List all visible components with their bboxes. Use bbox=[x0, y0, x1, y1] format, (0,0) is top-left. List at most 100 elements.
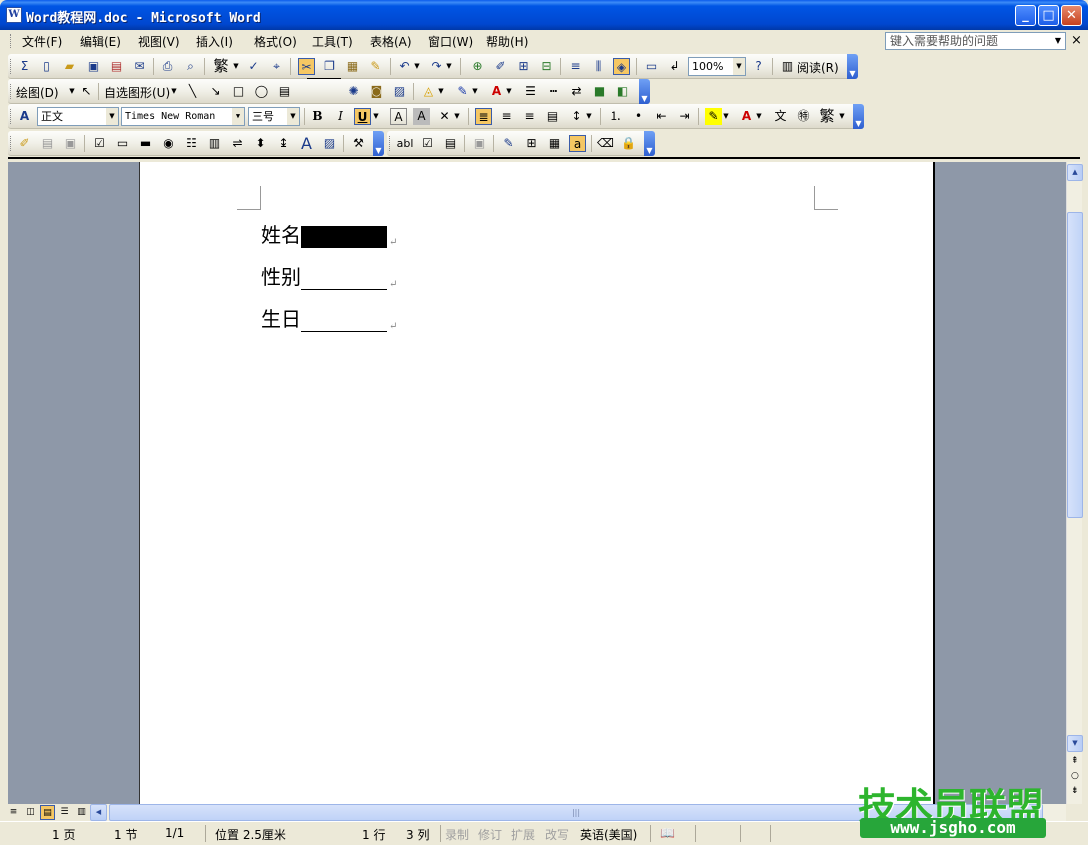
toolbar-options-icon[interactable]: ▼ bbox=[644, 131, 655, 156]
new-document-icon[interactable]: ▯ bbox=[38, 58, 55, 75]
clip-art-icon[interactable]: ◙ bbox=[368, 83, 385, 100]
status-extend[interactable]: 扩展 bbox=[511, 826, 535, 843]
reset-form-fields-icon[interactable]: ⌫ bbox=[597, 135, 614, 152]
form-field-options-icon[interactable]: ▣ bbox=[471, 135, 488, 152]
phonetic-guide-icon[interactable]: 文 bbox=[772, 108, 789, 125]
3d-style-icon[interactable]: ◧ bbox=[614, 83, 631, 100]
redo-icon[interactable]: ↷ bbox=[428, 58, 445, 75]
chevron-down-icon[interactable]: ▼ bbox=[106, 108, 118, 125]
character-shading-icon[interactable]: A bbox=[413, 108, 430, 125]
shadow-style-icon[interactable]: ■ bbox=[591, 83, 608, 100]
menu-table[interactable]: 表格(A) bbox=[370, 33, 412, 50]
chevron-down-icon[interactable]: ▼ bbox=[585, 108, 593, 125]
menu-window[interactable]: 窗口(W) bbox=[428, 33, 473, 50]
enclose-characters-icon[interactable]: ㊕ bbox=[795, 108, 812, 125]
insert-table-icon[interactable]: ⊞ bbox=[523, 135, 540, 152]
highlight-icon[interactable]: ✎ bbox=[705, 108, 722, 125]
chevron-down-icon[interactable]: ▼ bbox=[170, 83, 178, 100]
fill-color-icon[interactable]: ◬ bbox=[420, 83, 437, 100]
blank-field[interactable] bbox=[301, 310, 387, 332]
line-style-icon[interactable]: ☰ bbox=[522, 83, 539, 100]
bold-button[interactable]: B bbox=[309, 108, 326, 125]
picture-icon[interactable]: ▨ bbox=[391, 83, 408, 100]
numbering-icon[interactable]: ⒈ bbox=[607, 108, 624, 125]
save-icon[interactable]: ▣ bbox=[85, 58, 102, 75]
tables-borders-icon[interactable]: ✐ bbox=[492, 58, 509, 75]
protect-form-icon[interactable]: 🔒 bbox=[620, 135, 637, 152]
menu-file[interactable]: 文件(F) bbox=[22, 33, 62, 50]
show-hide-icon[interactable]: ↲ bbox=[666, 58, 683, 75]
increase-indent-icon[interactable]: ⇥ bbox=[676, 108, 693, 125]
spelling-status-icon[interactable]: 📖 bbox=[660, 826, 675, 840]
maximize-button[interactable]: □ bbox=[1038, 5, 1059, 26]
combo-box-icon[interactable]: ▥ bbox=[206, 135, 223, 152]
toolbar-options-icon[interactable]: ▼ bbox=[639, 79, 650, 104]
autoshapes-button[interactable]: 自选图形(U) bbox=[104, 84, 170, 101]
selected-blank-field[interactable] bbox=[301, 226, 387, 248]
draw-table-icon[interactable]: ✎ bbox=[500, 135, 517, 152]
cut-icon[interactable]: ✂ bbox=[298, 58, 315, 75]
toolbar-grip[interactable] bbox=[10, 109, 13, 124]
minimize-button[interactable]: _ bbox=[1015, 5, 1036, 26]
text-form-field-button[interactable]: abl bbox=[395, 135, 415, 152]
toolbar-grip[interactable] bbox=[10, 84, 13, 99]
read-icon[interactable]: ▥ bbox=[779, 58, 796, 75]
draw-menu-button[interactable]: 绘图(D) bbox=[16, 84, 59, 101]
insert-table-icon[interactable]: ⊞ bbox=[515, 58, 532, 75]
arrow-style-icon[interactable]: ⇄ bbox=[568, 83, 585, 100]
word-doc-icon[interactable]: W bbox=[6, 7, 22, 23]
format-painter-icon[interactable]: ✎ bbox=[367, 58, 384, 75]
vertical-scroll-thumb[interactable] bbox=[1067, 212, 1083, 518]
align-center-icon[interactable]: ≡ bbox=[498, 108, 515, 125]
scroll-up-icon[interactable]: ▲ bbox=[1067, 164, 1083, 181]
line-spacing-icon[interactable]: ↕ bbox=[568, 108, 585, 125]
dash-style-icon[interactable]: ┅ bbox=[545, 83, 562, 100]
close-button[interactable]: ✕ bbox=[1061, 5, 1082, 26]
oval-icon[interactable]: ◯ bbox=[253, 83, 270, 100]
character-scaling-icon[interactable]: ✕ bbox=[436, 108, 453, 125]
zoom-select[interactable]: 100% ▼ bbox=[688, 57, 746, 76]
paste-icon[interactable]: ▦ bbox=[344, 58, 361, 75]
bullets-icon[interactable]: • bbox=[630, 108, 647, 125]
list-box-icon[interactable]: ☷ bbox=[183, 135, 200, 152]
insert-frame-icon[interactable]: ▦ bbox=[546, 135, 563, 152]
help-search-input[interactable]: 键入需要帮助的问题 ▼ bbox=[885, 32, 1066, 50]
vertical-scrollbar[interactable]: ▲ ▼ ⇞ ○ ⇟ bbox=[1066, 162, 1083, 804]
textbox-icon[interactable]: ▭ bbox=[114, 135, 131, 152]
font-color-icon[interactable]: A bbox=[488, 83, 505, 100]
menu-edit[interactable]: 编辑(E) bbox=[80, 33, 121, 50]
hyperlink-icon[interactable]: ⊕ bbox=[469, 58, 486, 75]
open-folder-icon[interactable]: ▰ bbox=[61, 58, 78, 75]
help-icon[interactable]: ? bbox=[750, 58, 767, 75]
underline-button[interactable]: U bbox=[354, 108, 371, 125]
menu-grip[interactable] bbox=[10, 34, 13, 48]
chevron-down-icon[interactable]: ▼ bbox=[722, 108, 730, 125]
option-button-icon[interactable]: ◉ bbox=[160, 135, 177, 152]
arrow-icon[interactable]: ↘ bbox=[207, 83, 224, 100]
web-layout-view-icon[interactable]: ◫ bbox=[23, 805, 38, 820]
email-icon[interactable]: ✉ bbox=[131, 58, 148, 75]
scroll-down-icon[interactable]: ▼ bbox=[1067, 735, 1083, 752]
menu-help[interactable]: 帮助(H) bbox=[486, 33, 528, 50]
select-objects-icon[interactable]: ↖ bbox=[78, 83, 95, 100]
chevron-down-icon[interactable]: ▼ bbox=[471, 83, 479, 100]
read-button-label[interactable]: 阅读(R) bbox=[797, 59, 839, 76]
document-line-birthday[interactable]: 生日 ↵ bbox=[261, 303, 397, 332]
styles-formatting-icon[interactable]: A bbox=[16, 108, 33, 125]
blank-field[interactable] bbox=[301, 268, 387, 290]
traditional-chinese-button[interactable]: 繁 bbox=[817, 108, 837, 125]
diagram-icon[interactable]: ✺ bbox=[345, 83, 362, 100]
line-color-icon[interactable]: ✎ bbox=[454, 83, 471, 100]
document-page[interactable]: 姓名 ↵ 性别 ↵ 生日 ↵ bbox=[139, 162, 935, 804]
outline-view-icon[interactable]: ☰ bbox=[57, 805, 72, 820]
checkbox-form-field-icon[interactable]: ☑ bbox=[419, 135, 436, 152]
character-border-icon[interactable]: A bbox=[390, 108, 407, 125]
previous-page-icon[interactable]: ⇞ bbox=[1071, 756, 1079, 766]
normal-view-icon[interactable]: ≡ bbox=[6, 805, 21, 820]
image-icon[interactable]: ▨ bbox=[321, 135, 338, 152]
toolbar-options-icon[interactable]: ▼ bbox=[373, 131, 384, 156]
chevron-down-icon[interactable]: ▼ bbox=[372, 108, 380, 125]
chevron-down-icon[interactable]: ▼ bbox=[413, 58, 421, 75]
chevron-down-icon[interactable]: ▼ bbox=[232, 108, 244, 125]
label-icon[interactable]: A bbox=[298, 135, 315, 152]
